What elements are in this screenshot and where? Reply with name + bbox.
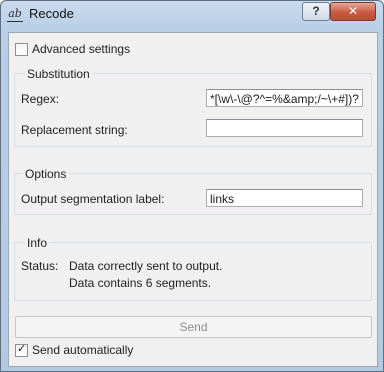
replacement-string-label: Replacement string:	[21, 123, 128, 137]
advanced-settings-label[interactable]: Advanced settings	[32, 42, 130, 56]
client-area: Advanced settings Substitution Regex: *[…	[8, 32, 378, 367]
title-bar[interactable]: ab Recode ? ✕	[1, 1, 383, 27]
window-title: Recode	[29, 6, 74, 21]
options-group-title: Options	[23, 167, 69, 181]
send-button[interactable]: Send	[15, 316, 372, 338]
regex-label: Regex:	[21, 92, 60, 106]
recode-window: ab Recode ? ✕ Advanced settings Substitu…	[0, 0, 384, 372]
info-group-title: Info	[25, 236, 50, 250]
close-button[interactable]: ✕	[330, 2, 376, 21]
app-icon: ab	[7, 7, 23, 22]
substitution-group-title: Substitution	[25, 67, 92, 81]
send-automatically-checkbox[interactable]	[15, 342, 28, 357]
status-label: Status:	[21, 259, 59, 273]
status-line-2: Data contains 6 segments.	[69, 276, 212, 290]
segmentation-label-input[interactable]: links	[206, 189, 363, 207]
send-automatically-label[interactable]: Send automatically	[32, 343, 133, 357]
advanced-settings-checkbox[interactable]	[15, 43, 28, 56]
regex-input[interactable]: *[\w\-\@?^=%&amp;/~\+#])?	[206, 89, 363, 107]
status-line-1: Data correctly sent to output.	[69, 259, 223, 273]
help-button[interactable]: ?	[302, 2, 330, 21]
segmentation-label: Output segmentation label:	[21, 192, 165, 206]
replacement-string-input[interactable]	[206, 119, 363, 137]
